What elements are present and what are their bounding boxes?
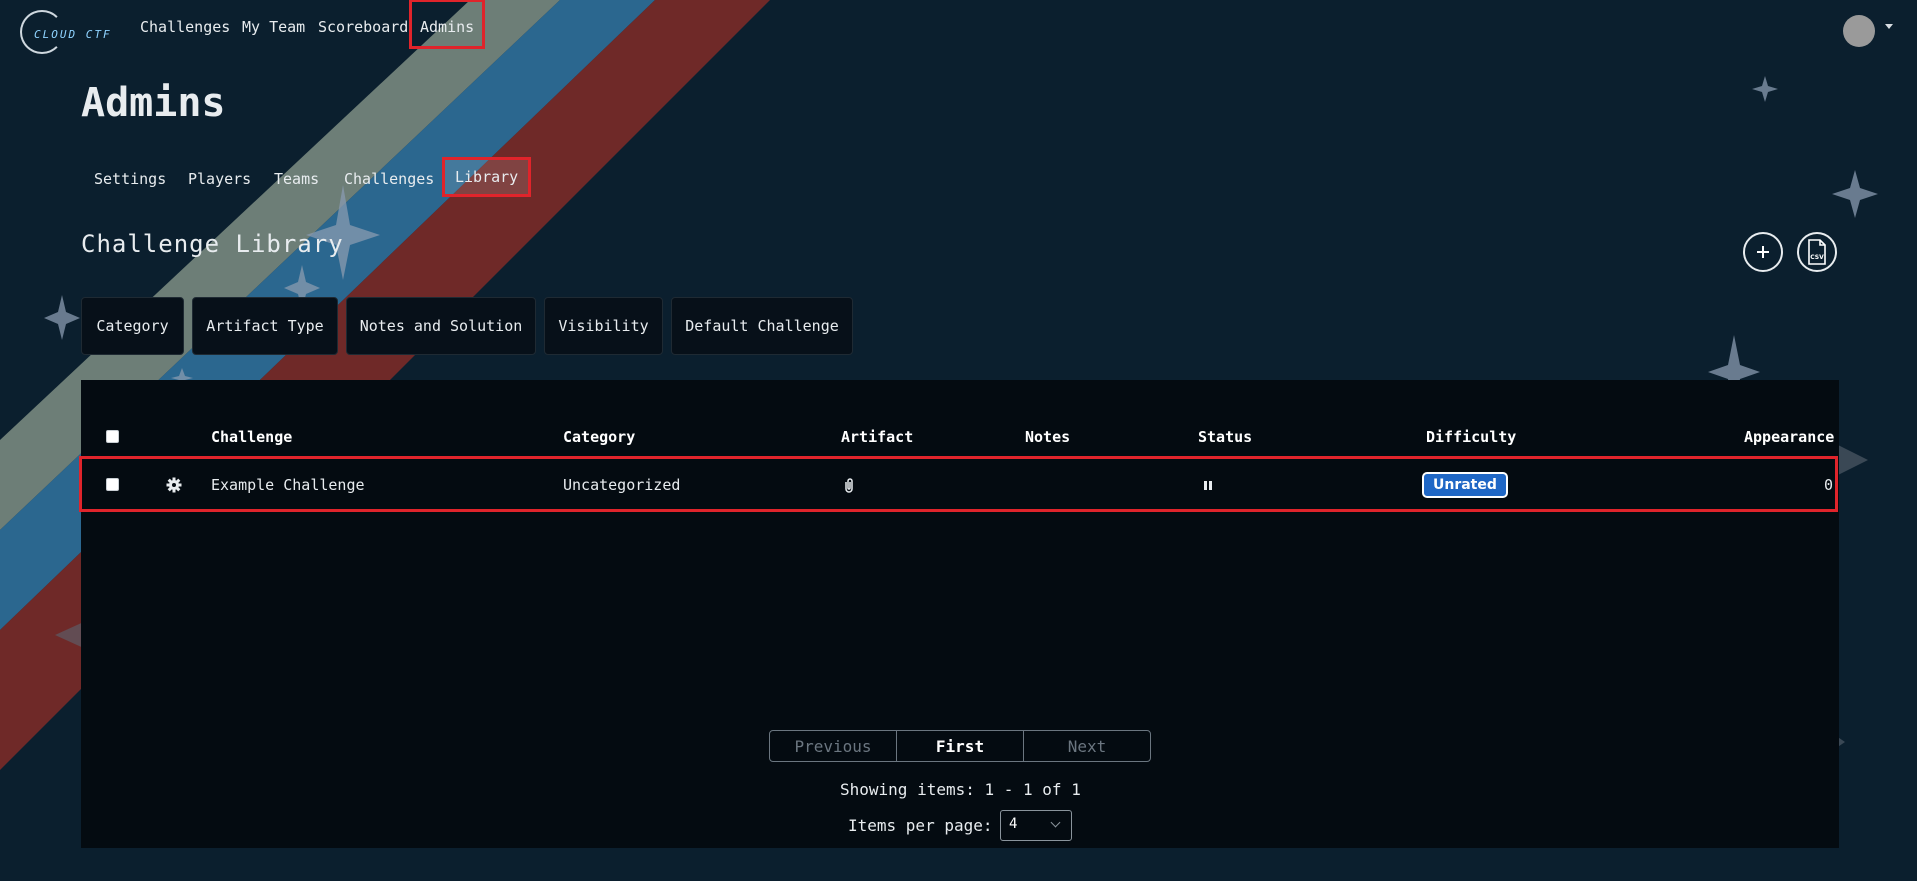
filter-notes-solution[interactable]: Notes and Solution xyxy=(346,297,536,355)
pause-icon[interactable] xyxy=(1203,480,1213,491)
gear-icon[interactable] xyxy=(166,477,182,493)
showing-items-text: Showing items: 1 - 1 of 1 xyxy=(840,780,1081,799)
row-appearance: 0 xyxy=(1824,476,1834,494)
tab-challenges[interactable]: Challenges xyxy=(338,166,440,192)
page-title: Admins xyxy=(81,80,226,126)
csv-file-icon: CSV xyxy=(1808,239,1826,265)
header-notes[interactable]: Notes xyxy=(1025,428,1070,446)
chevron-down-icon[interactable] xyxy=(1885,24,1893,29)
filter-default-challenge[interactable]: Default Challenge xyxy=(671,297,853,355)
section-title: Challenge Library xyxy=(81,230,344,258)
svg-text:CSV: CSV xyxy=(1810,254,1824,261)
challenge-table-panel xyxy=(81,380,1839,848)
row-challenge-name[interactable]: Example Challenge xyxy=(211,476,365,494)
items-per-page-select[interactable]: 4 xyxy=(1000,810,1072,841)
select-all-checkbox[interactable] xyxy=(106,430,119,443)
row-category: Uncategorized xyxy=(563,476,681,494)
tab-teams[interactable]: Teams xyxy=(268,166,325,192)
nav-my-team[interactable]: My Team xyxy=(242,18,305,36)
header-difficulty[interactable]: Difficulty xyxy=(1426,428,1516,446)
add-challenge-button[interactable] xyxy=(1743,232,1783,272)
next-page-button[interactable]: Next xyxy=(1024,731,1150,761)
logo-text: CLOUD CTF xyxy=(34,28,112,41)
brand-logo[interactable]: CLOUD CTF xyxy=(18,6,112,56)
filter-category[interactable]: Category xyxy=(81,297,184,355)
row-checkbox[interactable] xyxy=(106,478,119,491)
user-avatar[interactable] xyxy=(1843,15,1875,47)
nav-challenges[interactable]: Challenges xyxy=(140,18,230,36)
pagination: Previous First Next xyxy=(769,730,1151,762)
header-artifact[interactable]: Artifact xyxy=(841,428,913,446)
first-page-button[interactable]: First xyxy=(897,731,1024,761)
nav-scoreboard[interactable]: Scoreboard xyxy=(318,18,408,36)
chevron-down-icon xyxy=(1050,817,1061,828)
items-per-page-label: Items per page: xyxy=(848,816,993,835)
header-category[interactable]: Category xyxy=(563,428,635,446)
top-navbar: CLOUD CTF Challenges My Team Scoreboard … xyxy=(0,0,1917,62)
import-csv-button[interactable]: CSV xyxy=(1797,232,1837,272)
paperclip-icon[interactable] xyxy=(843,477,855,494)
previous-page-button[interactable]: Previous xyxy=(770,731,897,761)
nav-admins[interactable]: Admins xyxy=(408,0,486,49)
tab-players[interactable]: Players xyxy=(182,166,257,192)
filter-visibility[interactable]: Visibility xyxy=(544,297,663,355)
tab-settings[interactable]: Settings xyxy=(88,166,172,192)
plus-icon xyxy=(1757,246,1769,258)
header-challenge[interactable]: Challenge xyxy=(211,428,292,446)
items-per-page-value: 4 xyxy=(1009,816,1018,832)
header-appearance[interactable]: Appearance xyxy=(1744,428,1834,446)
tab-library[interactable]: Library xyxy=(441,157,532,197)
header-status[interactable]: Status xyxy=(1198,428,1252,446)
filter-artifact-type[interactable]: Artifact Type xyxy=(192,297,338,355)
difficulty-badge[interactable]: Unrated xyxy=(1422,472,1508,498)
